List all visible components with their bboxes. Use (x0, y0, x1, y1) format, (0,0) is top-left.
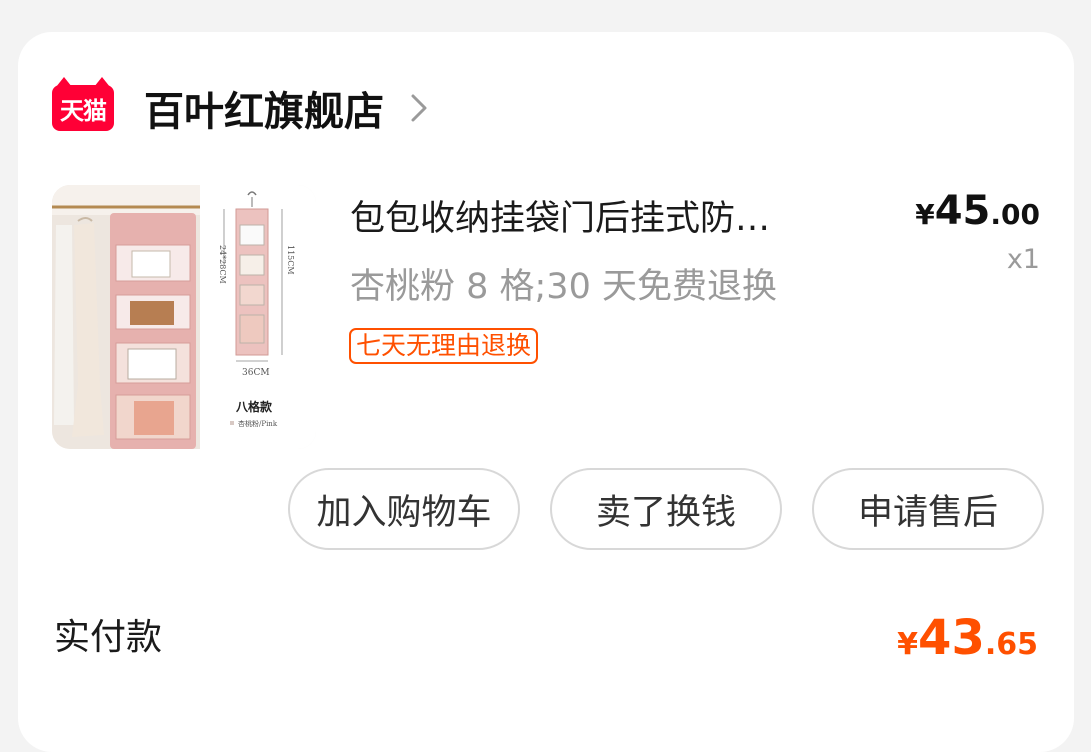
product-quantity: x1 (1006, 244, 1040, 275)
sell-button[interactable]: 卖了换钱 (550, 468, 782, 550)
color-name-label: 杏桃粉/Pink (238, 419, 278, 428)
add-to-cart-button[interactable]: 加入购物车 (288, 468, 520, 550)
price-decimal: .00 (990, 198, 1040, 231)
paid-amount: ¥43.65 (897, 610, 1038, 666)
after-sale-button[interactable]: 申请售后 (812, 468, 1044, 550)
dimension-side-label: 115CM (286, 245, 295, 275)
paid-integer: 43 (918, 610, 985, 666)
tmall-logo: 天猫 (52, 77, 114, 131)
dimension-bottom-label: 36CM (242, 368, 270, 378)
chevron-right-icon[interactable] (410, 93, 440, 123)
price-integer: 45 (934, 188, 991, 234)
product-title[interactable]: 包包收纳挂袋门后挂式防… (350, 190, 770, 241)
product-price: ¥45.00 (915, 188, 1040, 234)
style-name-label: 八格款 (235, 399, 273, 414)
paid-amount-label: 实付款 (54, 617, 163, 658)
order-item-card: 天猫 百叶红旗舰店 24*28CM 115CM 36CM 八格款 杏桃粉/Pin… (18, 32, 1074, 752)
product-sku: 杏桃粉 8 格;30 天免费退换 (350, 267, 777, 307)
price-symbol: ¥ (915, 198, 935, 231)
shop-name[interactable]: 百叶红旗舰店 (144, 79, 384, 137)
dimension-top-label: 24*28CM (218, 245, 227, 284)
return-policy-tag: 七天无理由退换 (349, 328, 539, 364)
paid-symbol: ¥ (897, 627, 919, 662)
shop-header[interactable]: 天猫 百叶红旗舰店 (52, 77, 440, 137)
paid-decimal: .65 (984, 627, 1038, 662)
tmall-logo-text: 天猫 (60, 96, 107, 125)
product-image[interactable]: 24*28CM 115CM 36CM 八格款 杏桃粉/Pink (52, 185, 316, 449)
